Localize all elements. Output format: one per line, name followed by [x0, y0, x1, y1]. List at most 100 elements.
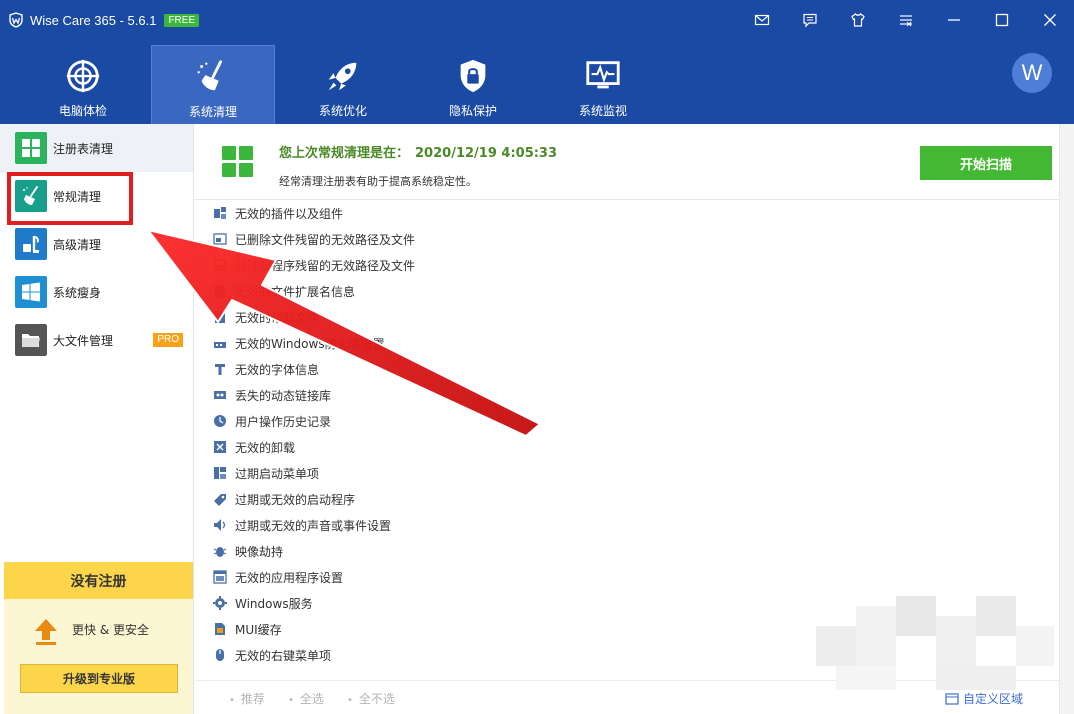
list-item[interactable]: 已删除文件残留的无效路径及文件: [213, 226, 1043, 252]
rocket-icon: [328, 62, 357, 91]
select-none-link[interactable]: 全不选: [347, 690, 395, 707]
sidebar-item-label: 注册表清理: [53, 141, 114, 156]
list-item-label: 已删除文件残留的无效路径及文件: [235, 232, 416, 247]
maximize-button[interactable]: [978, 0, 1026, 40]
list-item[interactable]: 用户操作历史记录: [213, 408, 1043, 434]
upload-arrow-icon: [35, 619, 57, 645]
recommend-link[interactable]: 推荐: [229, 690, 265, 707]
start-menu-icon: [214, 467, 226, 479]
tab-system-clean[interactable]: 系统清理: [151, 45, 275, 124]
registry-grid-icon: [15, 132, 47, 164]
main-navigation: 电脑体检 系统清理 系统优化 隐私保护 系统监视 W: [0, 40, 1074, 124]
gear-icon: [213, 596, 227, 610]
list-item[interactable]: 过期启动菜单项: [213, 460, 1043, 486]
list-item[interactable]: 无效的Windows防火墙设置: [213, 330, 1043, 356]
summary-panel: 您上次常规清理是在： 2020/12/19 4:05:33 经常清理注册表有助于提…: [195, 124, 1059, 200]
tab-checkup[interactable]: 电脑体检: [21, 45, 145, 124]
user-avatar[interactable]: W: [1012, 53, 1052, 93]
minimize-button[interactable]: [930, 0, 978, 40]
sidebar-item-large-file[interactable]: 大文件管理 PRO: [0, 316, 193, 364]
window-controls: [738, 0, 1074, 40]
feedback-button[interactable]: [786, 0, 834, 40]
skin-icon: [851, 13, 865, 27]
list-item-label: 过期或无效的启动程序: [235, 492, 356, 507]
tab-label: 电脑体检: [58, 104, 107, 118]
vacuum-icon: [15, 228, 47, 260]
sidebar-item-system-slim[interactable]: 系统瘦身: [0, 268, 193, 316]
free-badge: FREE: [164, 13, 200, 27]
list-item-label: 无效的插件以及组件: [235, 206, 344, 221]
sound-icon: [214, 519, 226, 531]
bug-icon: [213, 547, 227, 557]
start-scan-button[interactable]: 开始扫描: [920, 146, 1052, 180]
sidebar-item-advanced-clean[interactable]: 高级清理: [0, 220, 193, 268]
menu-button[interactable]: [882, 0, 930, 40]
list-item[interactable]: 丢失的动态链接库: [213, 382, 1043, 408]
app-title: Wise Care 365 - 5.6.1: [30, 12, 157, 28]
list-item[interactable]: ? 无效的帮助文件: [213, 304, 1043, 330]
list-item-label: Windows服务: [235, 596, 313, 611]
list-item-label: 无效的字体信息: [235, 362, 320, 377]
skin-button[interactable]: [834, 0, 882, 40]
list-item[interactable]: 已注册程序残留的无效路径及文件: [213, 252, 1043, 278]
tab-label: 系统优化: [318, 104, 367, 118]
sidebar-item-registry-clean[interactable]: 注册表清理: [0, 124, 193, 172]
file-ext-icon: [215, 285, 226, 298]
broom-icon: [197, 60, 223, 91]
app-settings-icon: [213, 570, 227, 584]
last-clean-info: 您上次常规清理是在： 2020/12/19 4:05:33: [279, 142, 557, 161]
list-item-label: 用户操作历史记录: [235, 414, 332, 429]
tab-system-monitor[interactable]: 系统监视: [541, 45, 665, 124]
font-icon: [215, 364, 225, 375]
history-icon: [214, 415, 226, 427]
tab-privacy[interactable]: 隐私保护: [411, 45, 535, 124]
plugin-icon: [214, 207, 226, 219]
uninstall-icon: [214, 441, 226, 453]
mail-button[interactable]: [738, 0, 786, 40]
mail-icon: [754, 14, 770, 26]
unregistered-banner: 没有注册: [4, 562, 193, 599]
list-item-label: 已注册程序残留的无效路径及文件: [235, 258, 416, 273]
select-all-link[interactable]: 全选: [288, 690, 324, 707]
list-item[interactable]: 无效的卸载: [213, 434, 1043, 460]
list-item-label: 丢失的动态链接库: [235, 388, 332, 403]
list-item-label: 无效的Windows防火墙设置: [235, 336, 385, 351]
scrollbar[interactable]: [1059, 124, 1074, 714]
mouse-icon: [216, 649, 224, 661]
list-item[interactable]: 过期或无效的启动程序: [213, 486, 1043, 512]
tab-label: 系统监视: [578, 104, 627, 118]
list-item-label: 无效的卸载: [235, 440, 296, 455]
maximize-icon: [995, 13, 1009, 27]
registry-grid-icon: [222, 146, 253, 177]
clean-description: 经常清理注册表有助于提高系统稳定性。: [279, 175, 477, 188]
file-path-icon: [213, 233, 227, 245]
list-item[interactable]: 过期或无效的声音或事件设置: [213, 512, 1043, 538]
lock-shield-icon: [460, 59, 486, 93]
minimize-icon: [948, 19, 960, 21]
tab-system-optimize[interactable]: 系统优化: [281, 45, 405, 124]
list-item-label: 过期或无效的声音或事件设置: [235, 518, 392, 533]
mui-cache-icon: [215, 623, 225, 635]
list-item-label: 无效的文件扩展名信息: [235, 284, 356, 299]
promo-subtitle: 更快 & 更安全: [72, 623, 149, 637]
tab-label: 系统清理: [188, 105, 237, 119]
list-item[interactable]: 无效的应用程序设置: [213, 564, 1043, 590]
list-item[interactable]: 无效的字体信息: [213, 356, 1043, 382]
sidebar-item-label: 高级清理: [53, 237, 102, 252]
feedback-icon: [803, 13, 817, 28]
checkup-icon: [66, 59, 100, 93]
list-item-label: 无效的帮助文件: [235, 310, 320, 325]
close-button[interactable]: [1026, 0, 1074, 40]
pixelated-region: [816, 596, 1056, 696]
upgrade-button[interactable]: 升级到专业版: [20, 664, 178, 693]
list-item[interactable]: 无效的文件扩展名信息: [213, 278, 1043, 304]
list-item-label: 无效的右键菜单项: [235, 648, 332, 663]
monitor-pulse-icon: [586, 61, 620, 89]
sidebar-item-label: 系统瘦身: [53, 285, 102, 300]
list-item[interactable]: 映像劫持: [213, 538, 1043, 564]
pro-badge: PRO: [153, 333, 183, 347]
highlight-box: [7, 172, 133, 225]
promo-panel: 更快 & 更安全 升级到专业版: [4, 599, 193, 714]
help-file-icon: ?: [215, 311, 225, 323]
list-item[interactable]: 无效的插件以及组件: [213, 200, 1043, 226]
